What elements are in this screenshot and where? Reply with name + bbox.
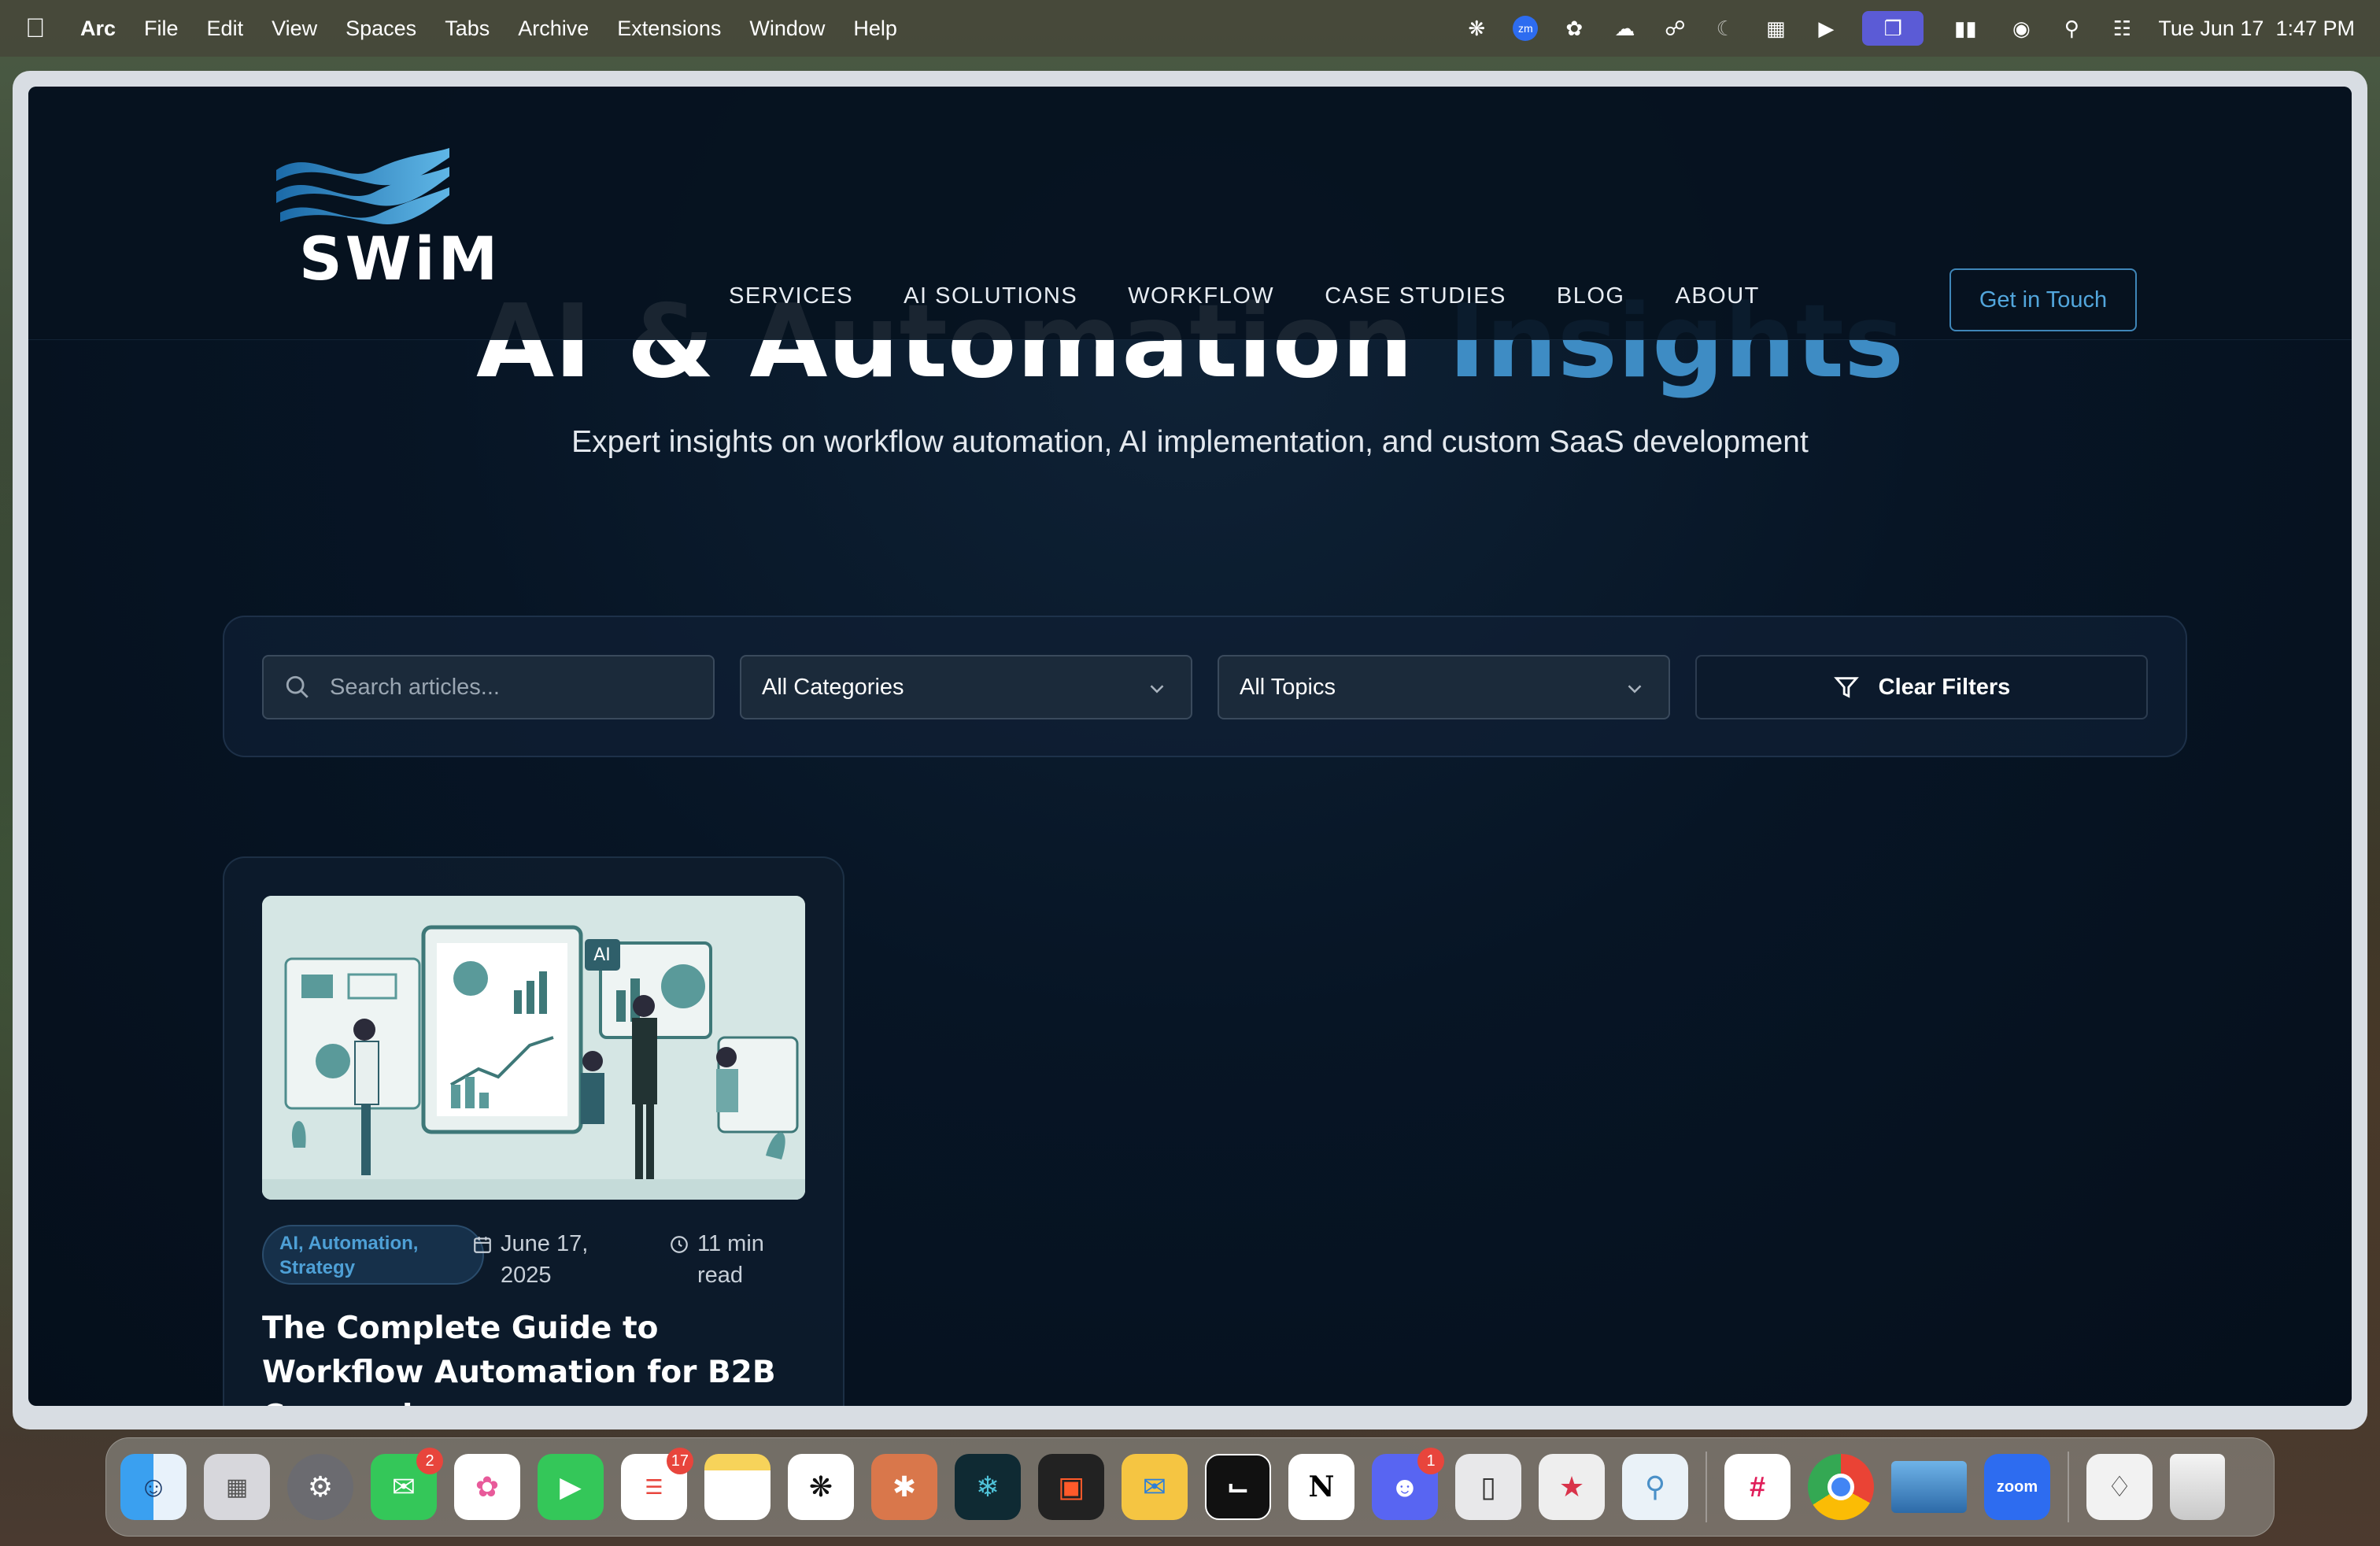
figma-like-app-icon[interactable]: ▣ bbox=[1038, 1454, 1104, 1520]
site-header: SWiM SERVICES AI SOLUTIONS WORKFLOW CASE… bbox=[28, 87, 2352, 340]
battery-status-icon[interactable]: ▮▮ bbox=[1946, 14, 1985, 43]
menu-help[interactable]: Help bbox=[853, 17, 897, 41]
chevron-down-icon bbox=[1150, 685, 1164, 693]
menu-app-name[interactable]: Arc bbox=[80, 17, 116, 41]
site-logo-text[interactable]: SWiM bbox=[299, 224, 501, 294]
discord-icon[interactable]: ☻ 1 bbox=[1372, 1448, 1444, 1520]
menu-edit[interactable]: Edit bbox=[207, 17, 244, 41]
menu-bar:  Arc File Edit View Spaces Tabs Archive… bbox=[0, 0, 2380, 57]
iphone-mirroring-icon[interactable]: ▯ bbox=[1455, 1454, 1521, 1520]
linear-icon[interactable]: ⌙ bbox=[1205, 1454, 1271, 1520]
filter-bar: Search articles... All Categories All To… bbox=[223, 616, 2187, 757]
chatgpt-icon[interactable]: ❋ bbox=[788, 1454, 854, 1520]
spotlight-search-icon[interactable]: ⚲ bbox=[2057, 14, 2086, 43]
wifi-status-icon[interactable]: ◉ bbox=[2007, 14, 2035, 43]
downloads-stack-icon[interactable]: ♢ bbox=[2086, 1454, 2153, 1520]
get-in-touch-button[interactable]: Get in Touch bbox=[1949, 268, 2137, 331]
artstudio-icon[interactable]: ★ bbox=[1539, 1454, 1605, 1520]
chrome-icon[interactable] bbox=[1808, 1454, 1874, 1520]
nav-case-studies[interactable]: CASE STUDIES bbox=[1325, 283, 1506, 309]
clock-time: 1:47 PM bbox=[2275, 16, 2355, 40]
article-date: June 17, 2025 bbox=[472, 1228, 603, 1291]
dock: ☺ ▦ ⚙ ✉ 2 ✿ ▶ ☰ 17 ❋ ✱ ❄ ▣ ✉ ⌙ N ☻ 1 ▯ ★ ⚲ … bbox=[105, 1437, 2275, 1537]
cloud-sync-status-icon[interactable]: ☍ bbox=[1661, 14, 1689, 43]
chevron-down-icon bbox=[1628, 685, 1642, 693]
play-status-icon[interactable]: ▶ bbox=[1812, 14, 1840, 43]
reminders-icon[interactable]: ☰ 17 bbox=[621, 1448, 693, 1520]
cloud-status-icon[interactable]: ☁ bbox=[1610, 14, 1639, 43]
launchpad-icon[interactable]: ▦ bbox=[204, 1454, 270, 1520]
search-placeholder: Search articles... bbox=[330, 674, 500, 700]
control-center-icon[interactable]: ☷ bbox=[2108, 14, 2136, 43]
nav-blog[interactable]: BLOG bbox=[1557, 283, 1625, 309]
messages-icon[interactable]: ✉ 2 bbox=[371, 1448, 443, 1520]
web-page: AI & Automation Insights SWiM SERVICES A… bbox=[28, 87, 2352, 1406]
reminders-badge: 17 bbox=[666, 1448, 693, 1474]
airmail-icon[interactable]: ✉ bbox=[1122, 1454, 1188, 1520]
dock-separator bbox=[1706, 1452, 1707, 1522]
browser-window: AI & Automation Insights SWiM SERVICES A… bbox=[13, 71, 2367, 1429]
clock-icon bbox=[671, 1236, 688, 1253]
article-read-time-text: 11 min read bbox=[697, 1231, 764, 1288]
calendar-icon bbox=[474, 1237, 491, 1253]
search-input[interactable]: Search articles... bbox=[262, 655, 715, 719]
filter-icon bbox=[1833, 677, 1859, 698]
menu-file[interactable]: File bbox=[144, 17, 179, 41]
menu-extensions[interactable]: Extensions bbox=[617, 17, 721, 41]
finder-icon[interactable]: ☺ bbox=[120, 1454, 187, 1520]
menu-archive[interactable]: Archive bbox=[518, 17, 589, 41]
menu-view[interactable]: View bbox=[272, 17, 317, 41]
screen-mirror-status-icon[interactable]: ❐ bbox=[1862, 11, 1924, 46]
workflow-illustration-image: AI bbox=[262, 896, 805, 1200]
topic-select-value: All Topics bbox=[1240, 674, 1336, 700]
article-title[interactable]: The Complete Guide to Workflow Automatio… bbox=[262, 1307, 813, 1406]
nav-ai-solutions[interactable]: AI SOLUTIONS bbox=[904, 283, 1077, 309]
messages-badge: 2 bbox=[416, 1448, 443, 1474]
category-select-value: All Categories bbox=[762, 674, 904, 700]
category-select[interactable]: All Categories bbox=[740, 655, 1192, 719]
system-settings-icon[interactable]: ⚙ bbox=[287, 1454, 353, 1520]
article-read-time: 11 min read bbox=[669, 1228, 768, 1291]
claude-icon[interactable]: ✱ bbox=[871, 1454, 937, 1520]
notion-icon[interactable]: N bbox=[1288, 1454, 1354, 1520]
article-tags-badge[interactable]: AI, Automation, Strategy bbox=[262, 1225, 484, 1285]
clock-date: Tue Jun 17 bbox=[2158, 16, 2264, 40]
menu-spaces[interactable]: Spaces bbox=[346, 17, 416, 41]
zoom-icon-label: zoom bbox=[1996, 1478, 2038, 1496]
facetime-icon[interactable]: ▶ bbox=[538, 1454, 604, 1520]
trash-icon[interactable] bbox=[2170, 1454, 2225, 1520]
hero-subtitle: Expert insights on workflow automation, … bbox=[571, 425, 1809, 459]
nav-services[interactable]: SERVICES bbox=[729, 283, 853, 309]
dock-separator bbox=[2068, 1452, 2069, 1522]
menu-window[interactable]: Window bbox=[749, 17, 825, 41]
nav-about[interactable]: ABOUT bbox=[1676, 283, 1760, 309]
clear-filters-button[interactable]: Clear Filters bbox=[1695, 655, 2148, 719]
moon-status-icon[interactable]: ☾ bbox=[1711, 14, 1739, 43]
perplexity-status-icon[interactable]: ❋ bbox=[1462, 14, 1491, 43]
apple-menu-icon[interactable]:  bbox=[25, 13, 57, 44]
article-card[interactable]: AI AI, Automation, Strategy June 17, 202… bbox=[223, 856, 844, 1406]
article-date-text: June 17, 2025 bbox=[501, 1231, 589, 1288]
zoom-icon[interactable]: zoom bbox=[1984, 1454, 2050, 1520]
photos-icon[interactable]: ✿ bbox=[454, 1454, 520, 1520]
article-illustration[interactable]: AI bbox=[262, 896, 805, 1200]
topic-select[interactable]: All Topics bbox=[1218, 655, 1670, 719]
nav-workflow[interactable]: WORKFLOW bbox=[1128, 283, 1274, 309]
keychain-icon[interactable]: ⚲ bbox=[1622, 1454, 1688, 1520]
discord-badge: 1 bbox=[1417, 1448, 1444, 1474]
clear-filters-label: Clear Filters bbox=[1878, 674, 2011, 700]
zoom-status-icon[interactable]: zm bbox=[1513, 16, 1539, 41]
slack-icon[interactable]: # bbox=[1724, 1454, 1791, 1520]
grid-status-icon[interactable]: ▦ bbox=[1761, 14, 1790, 43]
svg-text:AI: AI bbox=[593, 945, 611, 965]
notes-icon[interactable] bbox=[704, 1454, 771, 1520]
main-nav: SERVICES AI SOLUTIONS WORKFLOW CASE STUD… bbox=[729, 283, 1760, 309]
chatgpt-status-icon[interactable]: ✿ bbox=[1560, 14, 1588, 43]
perplexity-icon[interactable]: ❄ bbox=[955, 1454, 1021, 1520]
screen-sharing-icon[interactable] bbox=[1891, 1461, 1967, 1513]
search-icon bbox=[286, 675, 309, 698]
menubar-clock[interactable]: Tue Jun 17 1:47 PM bbox=[2158, 17, 2355, 41]
menu-tabs[interactable]: Tabs bbox=[445, 17, 490, 41]
